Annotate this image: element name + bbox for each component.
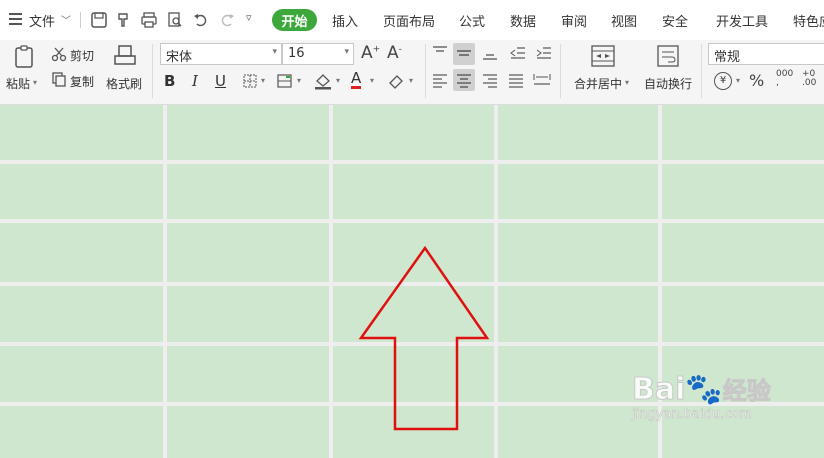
chevron-down-icon[interactable]: ▾	[336, 76, 340, 85]
print-icon[interactable]	[140, 11, 158, 29]
hamburger-icon[interactable]	[9, 13, 22, 25]
align-right-icon[interactable]	[481, 72, 499, 88]
paste-dropdown-icon[interactable]: ▾	[33, 78, 37, 87]
baidu-watermark: Bai🐾经验 jingyan.baidu.com	[631, 371, 771, 423]
increase-indent-icon[interactable]	[535, 45, 553, 61]
align-center-icon[interactable]	[455, 72, 473, 88]
borders-icon[interactable]	[242, 73, 258, 89]
separator	[425, 44, 426, 98]
tab-page-layout[interactable]: 页面布局	[383, 11, 435, 30]
number-format-select[interactable]: 常规	[708, 43, 824, 65]
wrap-text-icon[interactable]	[656, 44, 680, 68]
percent-icon[interactable]: %	[749, 71, 764, 90]
chevron-down-icon[interactable]: ▾	[409, 76, 413, 85]
font-name-select[interactable]: 宋体 ▾	[160, 43, 282, 65]
align-top-icon[interactable]	[431, 45, 449, 61]
font-size-select[interactable]: 16 ▾	[282, 43, 354, 65]
tab-view[interactable]: 视图	[611, 11, 637, 30]
font-name-value: 宋体	[166, 50, 193, 65]
paste-button[interactable]: 粘贴	[6, 75, 30, 92]
watermark-brand: Bai	[631, 372, 686, 408]
menu-bar: 文件 ﹀ ▿ 开始 插入 页面布局 公式 数据 审阅 视图 安全 开发工具 特色…	[0, 0, 824, 40]
file-menu[interactable]: 文件	[29, 11, 55, 30]
chevron-down-icon: ▾	[344, 47, 349, 57]
chevron-down-icon[interactable]: ▾	[370, 76, 374, 85]
undo-icon[interactable]	[192, 11, 210, 29]
tab-security[interactable]: 安全	[662, 11, 688, 30]
chevron-down-icon[interactable]: ▾	[261, 76, 265, 85]
align-middle-icon[interactable]	[455, 46, 473, 62]
tab-formulas[interactable]: 公式	[459, 11, 485, 30]
font-color-icon[interactable]: A	[351, 71, 362, 89]
increase-decimal-icon[interactable]: +0.00	[802, 70, 816, 88]
chevron-down-icon[interactable]: ▾	[297, 76, 301, 85]
decrease-font-size-icon[interactable]: A-	[387, 43, 402, 63]
cut-button[interactable]: 剪切	[70, 47, 94, 64]
copy-icon[interactable]	[51, 71, 67, 87]
align-left-icon[interactable]	[431, 72, 449, 88]
tab-insert[interactable]: 插入	[332, 11, 358, 30]
separator	[701, 44, 702, 98]
font-size-value: 16	[288, 46, 305, 61]
chevron-down-icon[interactable]: ▾	[736, 76, 740, 85]
chevron-down-icon: ▾	[272, 47, 277, 57]
paw-icon: 🐾	[685, 372, 723, 408]
merge-center-icon[interactable]	[590, 44, 616, 68]
separator	[80, 12, 81, 28]
redo-icon[interactable]	[218, 11, 236, 29]
save-icon[interactable]	[90, 11, 108, 29]
print-preview-icon[interactable]	[166, 11, 184, 29]
increase-font-size-icon[interactable]: A+	[361, 43, 380, 63]
separator	[560, 44, 561, 98]
tab-developer[interactable]: 开发工具	[716, 11, 768, 30]
format-painter-button[interactable]: 格式刷	[106, 75, 142, 92]
customize-quick-access-icon[interactable]: ▿	[246, 11, 252, 24]
align-bottom-icon[interactable]	[481, 46, 499, 62]
tab-data[interactable]: 数据	[510, 11, 536, 30]
scissors-icon[interactable]	[51, 46, 67, 62]
watermark-url: jingyan.baidu.com	[632, 407, 752, 423]
eraser-icon[interactable]	[387, 72, 405, 90]
tab-review[interactable]: 审阅	[561, 11, 587, 30]
bold-icon[interactable]: B	[164, 72, 175, 90]
underline-icon[interactable]: U	[215, 72, 226, 90]
chevron-down-icon[interactable]: ﹀	[61, 12, 71, 27]
justify-icon[interactable]	[507, 72, 525, 88]
tab-special[interactable]: 特色应	[793, 11, 824, 30]
fill-color-icon[interactable]	[313, 72, 333, 90]
chevron-down-icon[interactable]: ▾	[625, 78, 629, 87]
separator	[152, 44, 153, 98]
cell-style-icon[interactable]	[276, 73, 294, 89]
ribbon: 粘贴 ▾ 剪切 复制 格式刷 宋体 ▾ 16 ▾ A+ A- B I U ▾ ▾…	[0, 40, 824, 105]
paste-icon[interactable]	[12, 44, 38, 70]
format-painter-icon[interactable]	[113, 44, 137, 70]
distributed-align-icon[interactable]	[532, 72, 552, 88]
watermark-brand-suffix: 经验	[722, 377, 771, 406]
format-painter-quick-icon[interactable]	[115, 11, 133, 29]
copy-button[interactable]: 复制	[70, 73, 94, 90]
merge-center-button[interactable]: 合并居中	[574, 75, 622, 92]
number-format-value: 常规	[714, 50, 741, 65]
italic-icon[interactable]: I	[192, 72, 198, 90]
thousands-separator-icon[interactable]: 000,	[776, 70, 793, 88]
wrap-text-button[interactable]: 自动换行	[644, 75, 692, 92]
decrease-indent-icon[interactable]	[509, 45, 527, 61]
sheet-area[interactable]: Bai🐾经验 jingyan.baidu.com	[0, 105, 824, 458]
tab-home[interactable]: 开始	[272, 9, 317, 31]
currency-icon[interactable]: ¥	[714, 72, 732, 90]
